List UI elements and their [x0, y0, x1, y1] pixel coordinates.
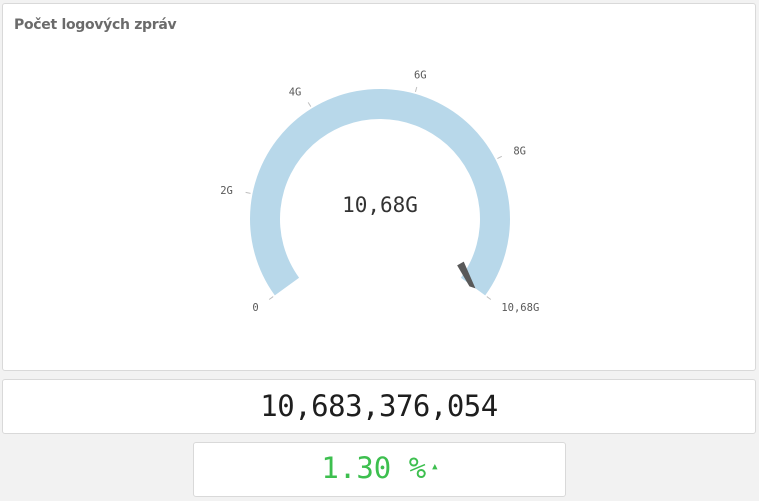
gauge-tick-label: 2G — [220, 185, 233, 197]
gauge-tick — [268, 296, 274, 300]
gauge-center-value: 10,68G — [342, 193, 418, 217]
total-kpi-panel: 10,683,376,054 — [2, 379, 756, 434]
gauge-tick — [486, 296, 492, 300]
total-kpi-value: 10,683,376,054 — [260, 389, 498, 423]
gauge-tick-label: 0 — [252, 302, 258, 314]
gauge-tick — [497, 155, 503, 160]
gauge-tick-label: 4G — [289, 86, 302, 98]
change-kpi-panel: 1.30 % ▲ — [193, 442, 566, 497]
gauge-tick — [307, 102, 312, 107]
gauge-tick-label: 6G — [414, 70, 427, 82]
gauge-tick — [414, 86, 418, 92]
gauge-tick — [245, 191, 251, 194]
gauge-tick-label: 10,68G — [501, 302, 539, 314]
gauge-panel: Počet logových zpráv 0 2G 4G 6G 8G 10,68G 10,… — [2, 3, 756, 371]
change-kpi: 1.30 % ▲ — [194, 451, 565, 485]
gauge-chart: 0 2G 4G 6G 8G 10,68G 10,68G — [220, 70, 539, 315]
change-kpi-value: 1.30 % — [321, 451, 427, 485]
gauge-tick-label: 8G — [513, 145, 526, 157]
trend-up-icon: ▲ — [432, 462, 438, 472]
